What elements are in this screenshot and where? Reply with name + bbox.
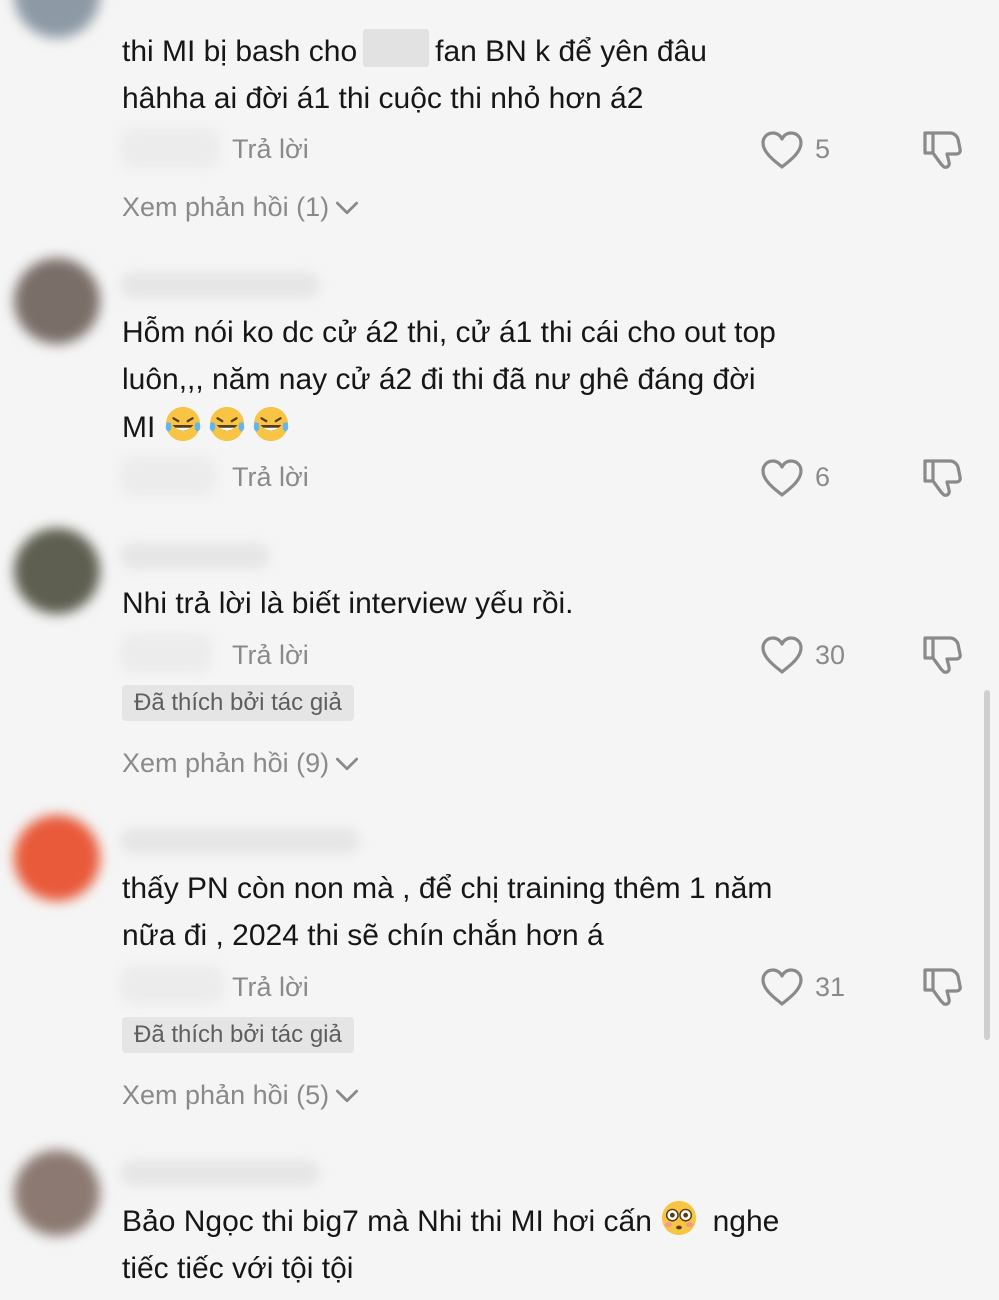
comment-date [120,456,216,496]
comment-date [120,633,212,673]
laughing-emoji-icon [164,405,202,443]
thumbs-down-icon[interactable] [920,964,964,1008]
flushed-emoji-icon [660,1199,698,1237]
chevron-down-icon [335,201,359,216]
comment-text: thấy PN còn non mà , để chị training thê… [122,872,773,905]
like-count: 6 [815,462,831,492]
heart-icon[interactable] [760,458,804,498]
like-count: 31 [815,972,846,1002]
heart-icon[interactable] [760,130,804,170]
heart-icon[interactable] [760,967,804,1007]
comment-text: Nhi trả lời là biết interview yếu rồi. [122,587,574,620]
comment-text: Bảo Ngọc thi big7 mà Nhi thi MI hơi cấn … [122,1198,779,1245]
thumbs-down-icon[interactable] [920,632,964,676]
chevron-down-icon [335,757,359,772]
like-count: 5 [815,134,831,164]
comment-text: nữa đi , 2024 thi sẽ chín chắn hơn á [122,919,604,952]
reply-button[interactable]: Trả lời [232,134,309,165]
comment-text: hâhha ai đời á1 thi cuộc thi nhỏ hơn á2 [122,82,644,115]
avatar[interactable] [14,528,100,614]
censored-word [363,29,430,67]
avatar[interactable] [14,0,100,38]
like-count: 30 [815,640,846,670]
username[interactable] [120,828,360,854]
laughing-emoji-icon [252,405,290,443]
comment-text: luôn,,, năm nay cử á2 đi thi đã nư ghê đ… [122,363,756,396]
avatar[interactable] [14,815,100,901]
avatar[interactable] [14,1150,100,1236]
comment-text: thi MI bị bash cho fan BN k để yên đâu [122,28,707,75]
comment-text: MI [122,404,296,451]
reply-button[interactable]: Trả lời [232,972,309,1003]
reply-button[interactable]: Trả lời [232,640,309,671]
chevron-down-icon [335,1089,359,1104]
liked-by-author-badge: Đã thích bởi tác giả [122,685,354,721]
username[interactable] [120,272,320,298]
view-replies-button[interactable]: Xem phản hồi (9) [122,748,359,779]
username[interactable] [120,1160,320,1186]
thumbs-down-icon[interactable] [920,127,964,171]
scrollbar[interactable] [984,690,990,1040]
heart-icon[interactable] [760,635,804,675]
comment-date [120,128,220,168]
view-replies-button[interactable]: Xem phản hồi (5) [122,1080,359,1111]
thumbs-down-icon[interactable] [920,455,964,499]
avatar[interactable] [14,258,100,344]
comment-text: tiếc tiếc với tội tội [122,1252,354,1285]
laughing-emoji-icon [208,405,246,443]
reply-button[interactable]: Trả lời [232,462,309,493]
comment-date [120,965,224,1005]
view-replies-button[interactable]: Xem phản hồi (1) [122,192,359,223]
username[interactable] [120,543,270,569]
liked-by-author-badge: Đã thích bởi tác giả [122,1017,354,1053]
comment-text: Hỗm nói ko dc cử á2 thi, cử á1 thi cái c… [122,316,776,349]
